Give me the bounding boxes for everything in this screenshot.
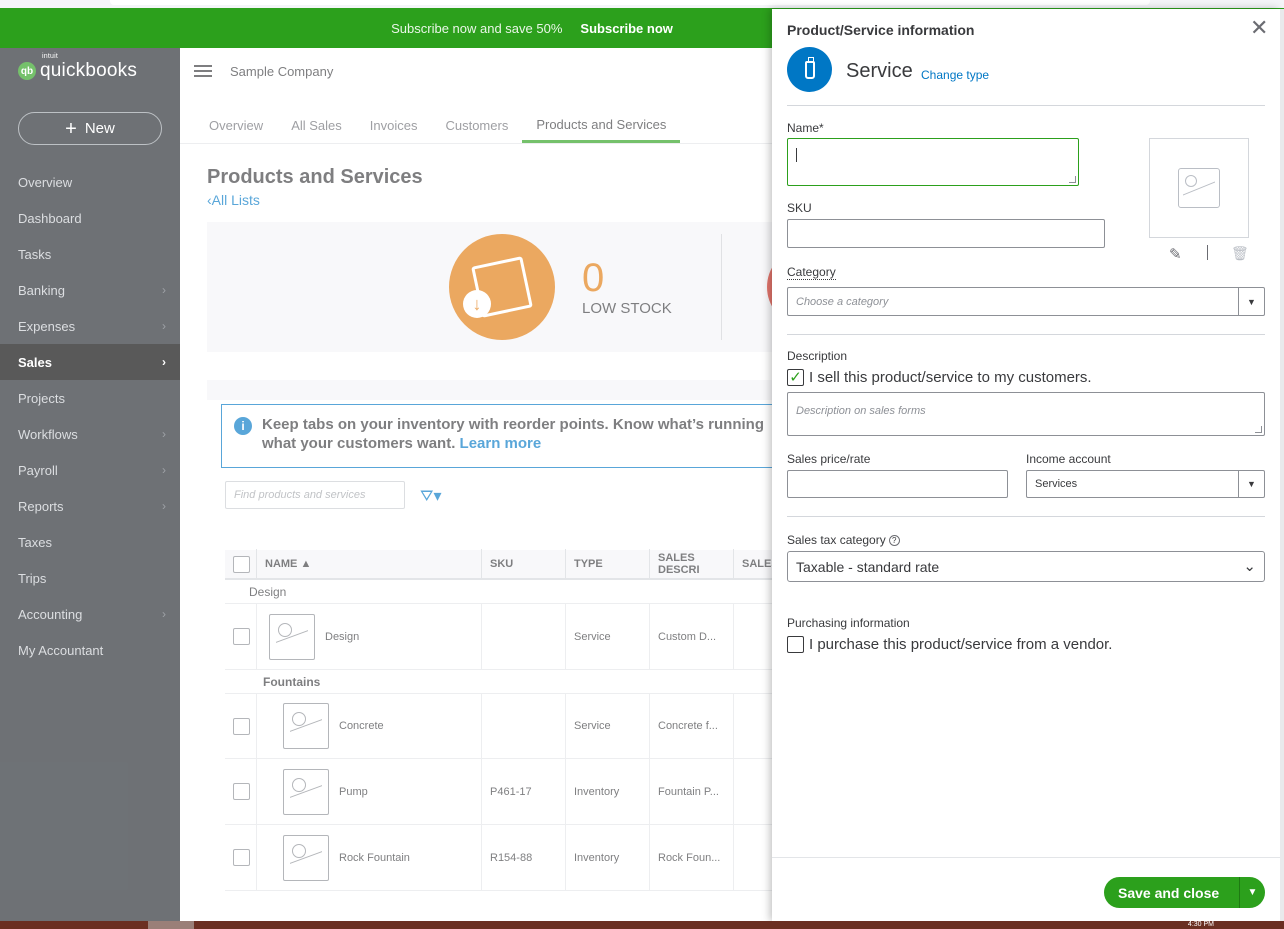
service-type-icon bbox=[787, 47, 832, 92]
os-taskbar: 4:30 PM bbox=[0, 921, 1284, 929]
dropdown-arrow-icon[interactable]: ▼ bbox=[1238, 288, 1264, 315]
save-options-arrow-icon[interactable]: ▼ bbox=[1239, 877, 1265, 908]
product-service-drawer: Product/Service information ✕ Service Ch… bbox=[772, 9, 1280, 921]
price-label: Sales price/rate bbox=[787, 452, 871, 466]
drawer-title: Product/Service information bbox=[787, 22, 975, 38]
drawer-scrollbar[interactable] bbox=[1280, 9, 1284, 921]
taskbar-clock: 4:30 PM bbox=[1187, 921, 1214, 928]
divider bbox=[787, 516, 1265, 517]
sell-checkbox[interactable]: ✓ bbox=[787, 369, 804, 386]
sales-tax-value: Taxable - standard rate bbox=[796, 558, 940, 575]
name-input[interactable] bbox=[787, 138, 1079, 186]
pencil-edit-icon[interactable]: ✎ bbox=[1169, 245, 1182, 263]
sales-tax-select[interactable]: Taxable - standard rate ⌄ bbox=[787, 551, 1265, 582]
change-type-link[interactable]: Change type bbox=[921, 68, 989, 82]
taskbar-app[interactable] bbox=[148, 921, 194, 929]
sales-description-textarea[interactable]: Description on sales forms bbox=[787, 392, 1265, 436]
sku-label: SKU bbox=[787, 201, 812, 215]
sell-checkbox-label: I sell this product/service to my custom… bbox=[809, 369, 1092, 386]
save-and-close-label: Save and close bbox=[1118, 884, 1220, 901]
sales-tax-label: Sales tax category? bbox=[787, 533, 900, 547]
browser-top-strip bbox=[0, 0, 1284, 8]
category-select[interactable]: Choose a category ▼ bbox=[787, 287, 1265, 316]
product-image-placeholder[interactable] bbox=[1149, 138, 1249, 238]
category-placeholder: Choose a category bbox=[796, 295, 889, 308]
image-icon bbox=[1178, 168, 1220, 208]
income-account-label: Income account bbox=[1026, 452, 1111, 466]
promo-text: Subscribe now and save 50% bbox=[391, 20, 563, 36]
name-label: Name* bbox=[787, 121, 824, 135]
sales-price-input[interactable] bbox=[787, 470, 1008, 498]
divider bbox=[787, 105, 1265, 106]
sales-tax-label-text: Sales tax category bbox=[787, 533, 886, 547]
chevron-down-icon: ⌄ bbox=[1243, 558, 1256, 575]
modal-backdrop[interactable] bbox=[0, 48, 772, 921]
income-account-select[interactable]: Services ▼ bbox=[1026, 470, 1265, 498]
close-icon[interactable]: ✕ bbox=[1250, 17, 1268, 39]
sku-input[interactable] bbox=[787, 219, 1105, 248]
purchase-checkbox[interactable] bbox=[787, 636, 804, 653]
browser-address-edge bbox=[110, 0, 1150, 5]
subscribe-now-link[interactable]: Subscribe now bbox=[580, 21, 672, 36]
purchase-checkbox-label: I purchase this product/service from a v… bbox=[809, 636, 1113, 653]
description-placeholder: Description on sales forms bbox=[796, 405, 926, 417]
trash-icon[interactable]: 🗑 bbox=[1231, 245, 1249, 262]
divider bbox=[787, 334, 1265, 335]
description-label: Description bbox=[787, 349, 848, 363]
service-type-label: Service bbox=[846, 60, 913, 82]
drawer-footer: Save and close ▼ bbox=[772, 857, 1280, 921]
income-account-value: Services bbox=[1035, 478, 1078, 490]
dropdown-arrow-icon[interactable]: ▼ bbox=[1238, 471, 1264, 497]
purchasing-label: Purchasing information bbox=[787, 616, 910, 630]
save-and-close-button[interactable]: Save and close ▼ bbox=[1104, 877, 1265, 908]
icon-separator bbox=[1207, 245, 1208, 260]
help-icon[interactable]: ? bbox=[888, 535, 900, 546]
category-label: Category bbox=[787, 265, 836, 280]
